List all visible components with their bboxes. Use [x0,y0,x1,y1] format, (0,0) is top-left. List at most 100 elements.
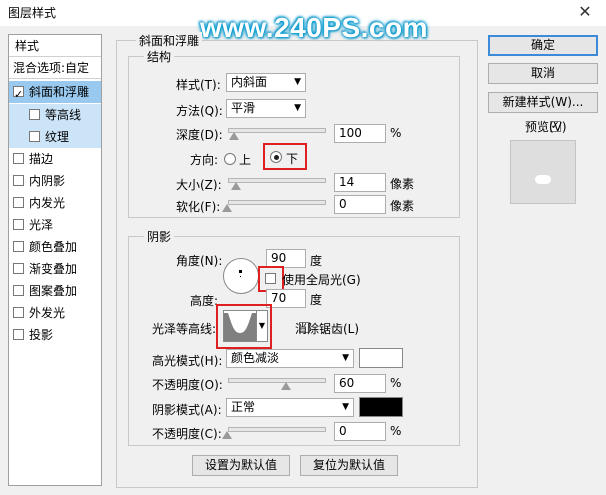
contour-checkbox[interactable] [29,109,40,120]
direction-down-label: 下 [286,152,299,166]
color-overlay-checkbox[interactable] [13,241,24,252]
shadow-mode-select[interactable]: 正常 ▼ [226,398,354,417]
style-item-pattern-overlay[interactable]: 图案叠加 [9,280,101,302]
style-label: 样式(T): [176,78,221,92]
pattern-overlay-checkbox[interactable] [13,285,24,296]
shadow-opacity-slider-track[interactable] [228,427,326,432]
gloss-contour-dropdown[interactable]: ▼ [257,310,268,342]
structure-title: 结构 [144,48,175,65]
highlight-opacity-slider-thumb[interactable] [281,382,291,390]
shading-title: 阴影 [144,228,175,245]
cancel-button[interactable]: 取消 [488,63,598,84]
ok-button[interactable]: 确定 [488,35,598,56]
reset-default-button[interactable]: 复位为默认值 [300,455,398,476]
preview-label: 预览(V) [525,120,567,134]
soften-unit: 像素 [390,199,415,213]
angle-dial-dot [239,270,242,273]
chevron-down-icon: ▼ [294,77,301,87]
style-item-stroke[interactable]: 描边 [9,148,101,170]
gloss-contour-swatch[interactable] [223,310,257,342]
highlight-opacity-label: 不透明度(O): [152,378,223,392]
highlight-color-swatch[interactable] [359,348,403,368]
global-light-checkbox[interactable] [265,273,276,284]
depth-input[interactable]: 100 [334,124,386,143]
shadow-opacity-input[interactable]: 0 [334,422,386,441]
make-default-button[interactable]: 设置为默认值 [192,455,290,476]
bevel-checkbox[interactable] [13,84,24,106]
direction-up-label: 上 [239,153,252,167]
highlight-opacity-unit: % [390,376,402,390]
depth-slider-track[interactable] [228,128,326,133]
size-label: 大小(Z): [176,178,222,192]
shadow-mode-label: 阴影模式(A): [152,403,222,417]
gradient-overlay-checkbox[interactable] [13,263,24,274]
depth-unit: % [390,126,402,140]
altitude-unit: 度 [310,293,323,307]
altitude-label: 高度: [190,294,219,308]
shadow-opacity-slider-thumb[interactable] [222,431,232,439]
style-item-inner-shadow[interactable]: 内阴影 [9,170,101,192]
satin-checkbox[interactable] [13,219,24,230]
style-item-satin[interactable]: 光泽 [9,214,101,236]
gloss-contour-label: 光泽等高线: [152,322,217,336]
styles-header[interactable]: 样式 [9,35,101,57]
chevron-down-icon: ▼ [294,103,301,113]
antialias-label: 消除锯齿(L) [295,322,360,336]
bevel-emboss-title: 斜面和浮雕 [136,32,203,49]
highlight-opacity-input[interactable]: 60 [334,374,386,393]
close-button[interactable]: ✕ [568,1,602,23]
direction-label: 方向: [190,153,219,167]
preview-thumbnail [510,140,576,204]
soften-slider-track[interactable] [228,200,326,205]
angle-label: 角度(N): [176,254,223,268]
style-item-inner-glow[interactable]: 内发光 [9,192,101,214]
angle-dial-center [240,276,241,277]
inner-shadow-checkbox[interactable] [13,175,24,186]
shadow-color-swatch[interactable] [359,397,403,417]
style-item-texture[interactable]: 纹理 [9,126,101,148]
contour-curve-icon [224,313,256,341]
global-light-label: 使用全局光(G) [282,273,361,287]
styles-list: 样式 混合选项:自定 斜面和浮雕 等高线 纹理 描边 内阴影 内发光 光泽 颜色… [8,34,102,486]
shadow-opacity-label: 不透明度(C): [152,427,222,441]
style-item-gradient-overlay[interactable]: 渐变叠加 [9,258,101,280]
altitude-input[interactable]: 70 [266,289,306,308]
shadow-opacity-unit: % [390,424,402,438]
highlight-mode-label: 高光模式(H): [152,354,223,368]
stroke-checkbox[interactable] [13,153,24,164]
window-title: 图层样式 [8,6,57,20]
style-item-outer-glow[interactable]: 外发光 [9,302,101,324]
chevron-down-icon: ▼ [342,402,349,412]
soften-input[interactable]: 0 [334,195,386,214]
texture-checkbox[interactable] [29,131,40,142]
technique-label: 方法(Q): [176,104,223,118]
blending-options-item[interactable]: 混合选项:自定 [9,57,101,79]
size-slider-thumb[interactable] [231,182,241,190]
size-input[interactable]: 14 [334,173,386,192]
size-unit: 像素 [390,177,415,191]
outer-glow-checkbox[interactable] [13,307,24,318]
style-item-bevel-emboss[interactable]: 斜面和浮雕 [9,81,101,106]
highlight-opacity-slider-track[interactable] [228,378,326,383]
style-item-color-overlay[interactable]: 颜色叠加 [9,236,101,258]
soften-label: 软化(F): [176,200,221,214]
angle-dial[interactable] [223,258,259,294]
depth-slider-thumb[interactable] [229,132,239,140]
angle-unit: 度 [310,254,323,268]
chevron-down-icon: ▼ [342,353,349,363]
chevron-down-icon: ▼ [258,321,266,330]
direction-up-radio[interactable] [224,153,236,165]
soften-slider-thumb[interactable] [222,204,232,212]
style-item-contour[interactable]: 等高线 [9,104,101,126]
size-slider-track[interactable] [228,178,326,183]
style-select[interactable]: 内斜面 ▼ [226,73,306,92]
drop-shadow-checkbox[interactable] [13,329,24,340]
technique-select[interactable]: 平滑 ▼ [226,99,306,118]
depth-label: 深度(D): [176,128,223,142]
inner-glow-checkbox[interactable] [13,197,24,208]
style-item-drop-shadow[interactable]: 投影 [9,324,101,346]
direction-down-radio[interactable] [270,151,282,163]
highlight-mode-select[interactable]: 颜色减淡 ▼ [226,349,354,368]
preview-shape [535,175,551,184]
new-style-button[interactable]: 新建样式(W)... [488,92,598,113]
